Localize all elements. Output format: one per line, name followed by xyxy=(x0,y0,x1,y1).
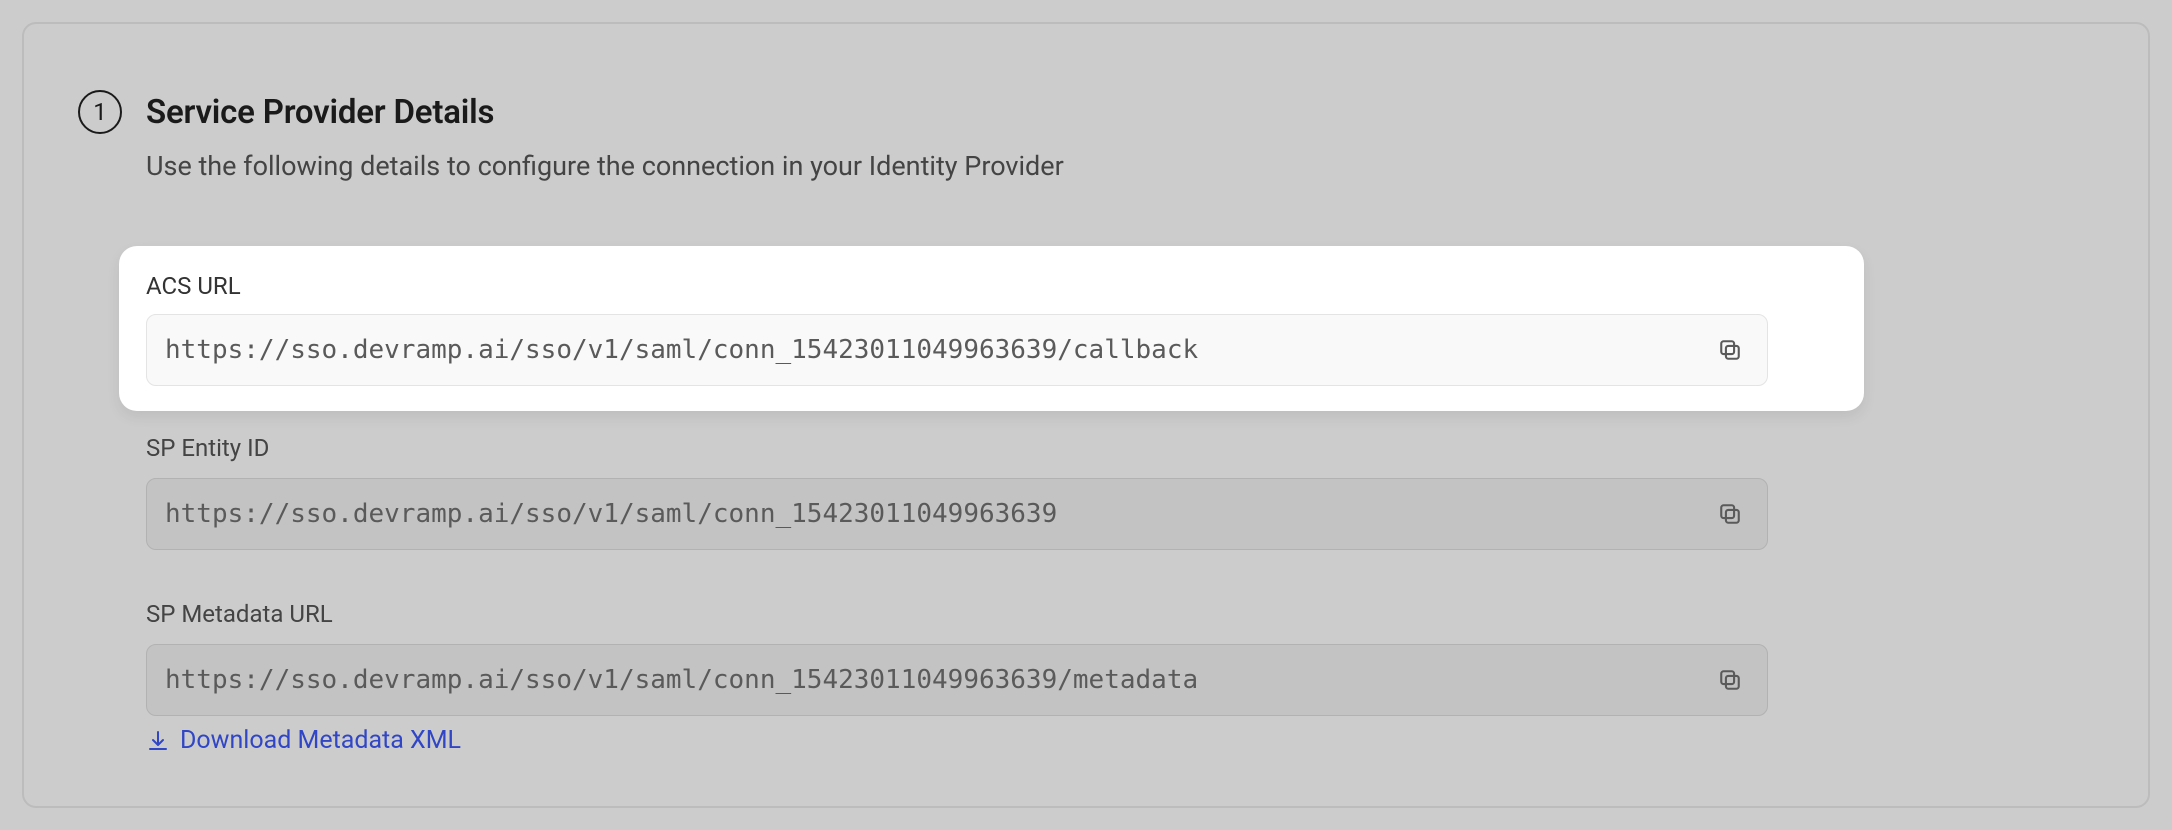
metadata-url-field[interactable]: https://sso.devramp.ai/sso/v1/saml/conn_… xyxy=(146,644,1768,716)
acs-url-field[interactable]: https://sso.devramp.ai/sso/v1/saml/conn_… xyxy=(146,314,1768,386)
copy-icon xyxy=(1716,500,1744,528)
copy-acs-button[interactable] xyxy=(1713,333,1747,367)
entity-id-value: https://sso.devramp.ai/sso/v1/saml/conn_… xyxy=(165,499,1713,529)
metadata-url-value: https://sso.devramp.ai/sso/v1/saml/conn_… xyxy=(165,665,1713,695)
entity-id-label: SP Entity ID xyxy=(146,434,269,462)
copy-metadata-button[interactable] xyxy=(1713,663,1747,697)
copy-entity-button[interactable] xyxy=(1713,497,1747,531)
copy-icon xyxy=(1716,336,1744,364)
acs-url-label: ACS URL xyxy=(146,272,241,300)
download-metadata-link[interactable]: Download Metadata XML xyxy=(146,726,461,755)
service-provider-card: 1 Service Provider Details Use the follo… xyxy=(22,22,2150,808)
step-number-badge: 1 xyxy=(78,90,122,134)
download-icon xyxy=(146,729,170,753)
acs-url-value: https://sso.devramp.ai/sso/v1/saml/conn_… xyxy=(165,335,1713,365)
metadata-url-label: SP Metadata URL xyxy=(146,600,333,628)
section-subtitle: Use the following details to configure t… xyxy=(146,150,1064,182)
download-metadata-label: Download Metadata XML xyxy=(180,726,461,755)
copy-icon xyxy=(1716,666,1744,694)
entity-id-field[interactable]: https://sso.devramp.ai/sso/v1/saml/conn_… xyxy=(146,478,1768,550)
section-title: Service Provider Details xyxy=(146,93,494,132)
step-number: 1 xyxy=(93,98,107,126)
